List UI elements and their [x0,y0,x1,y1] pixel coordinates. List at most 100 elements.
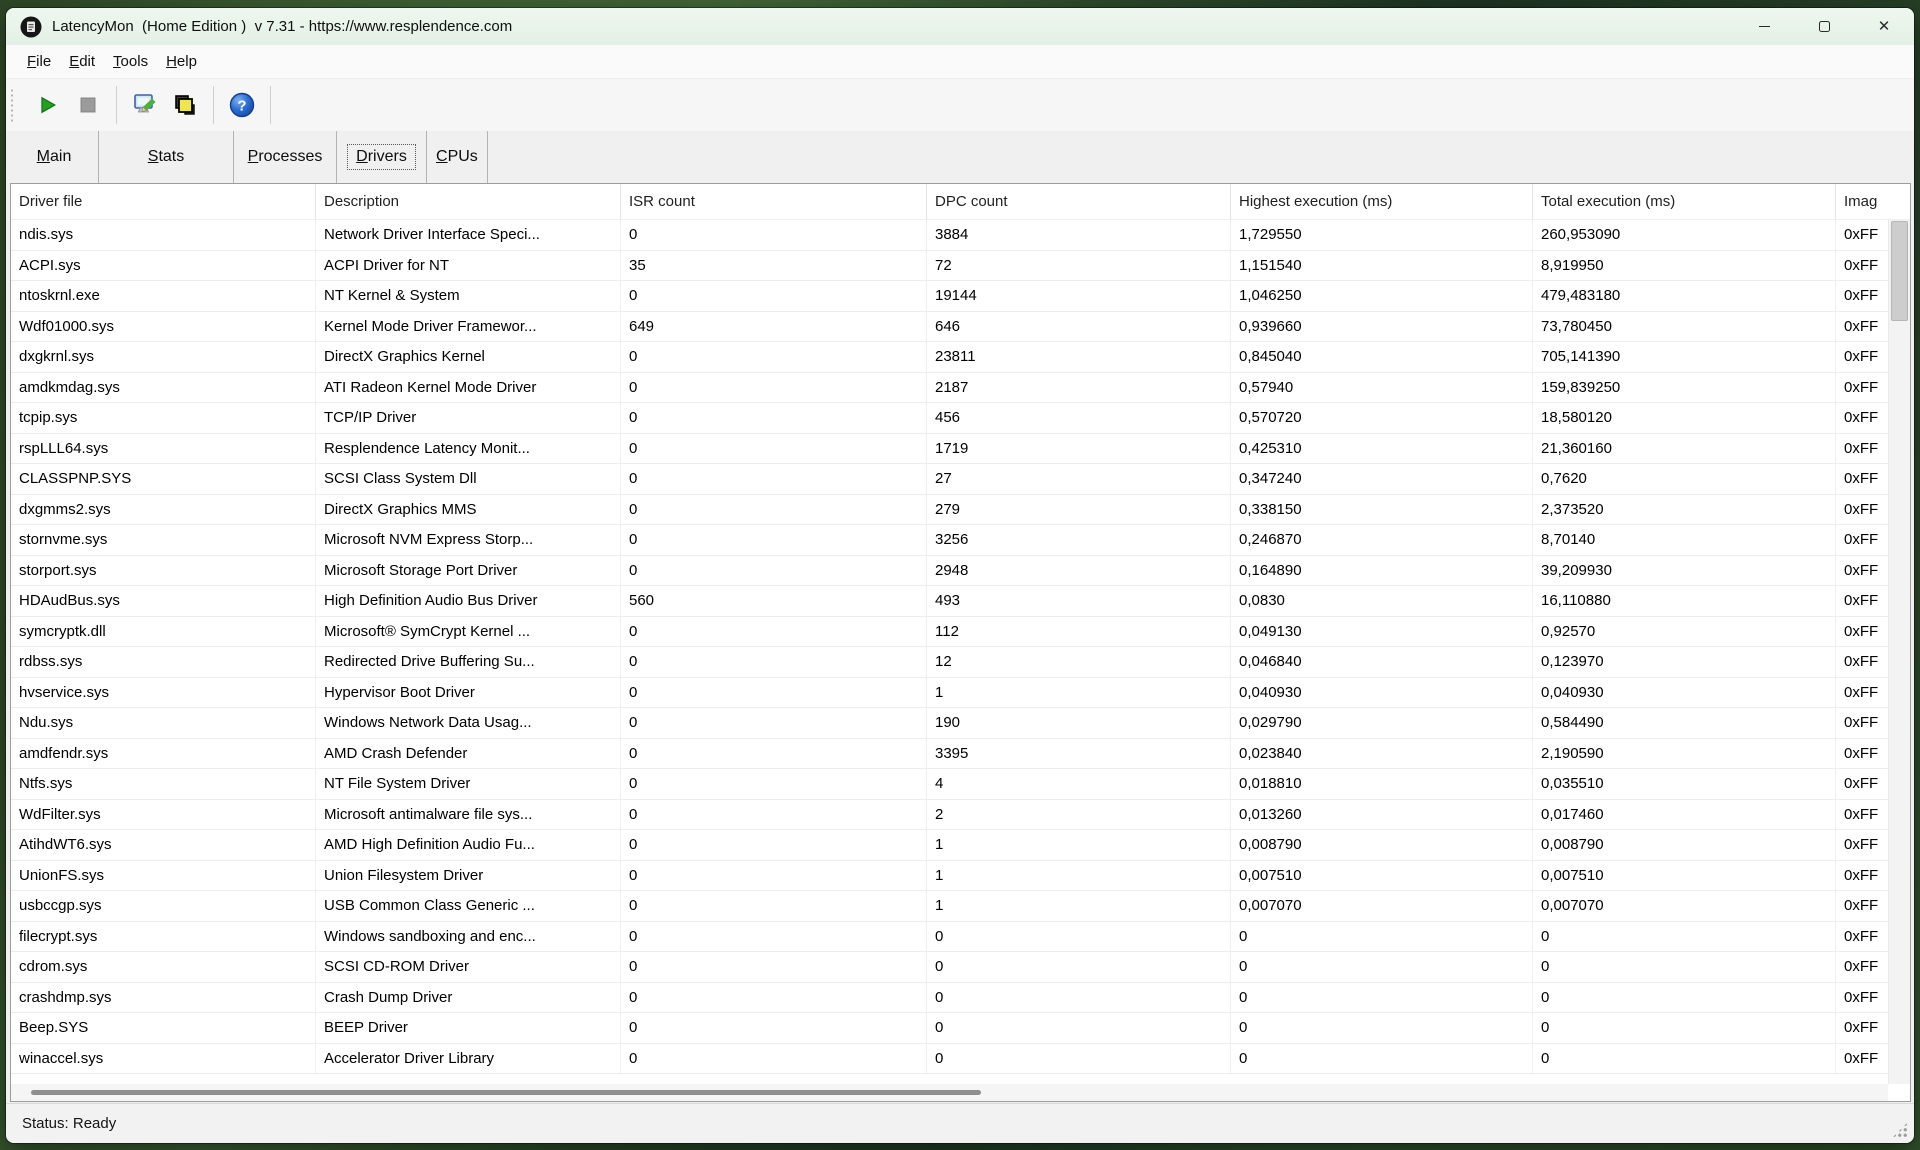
tab-bar: Main Stats Processes Drivers CPUs [6,131,1914,183]
table-row[interactable]: dxgkrnl.sys DirectX Graphics Kernel 0 23… [11,342,1910,373]
table-row[interactable]: ndis.sys Network Driver Interface Speci.… [11,220,1910,251]
cell-total-execution: 0,040930 [1533,678,1836,708]
table-row[interactable]: cdrom.sys SCSI CD-ROM Driver 0 0 0 0 0xF… [11,952,1910,983]
start-monitor-button[interactable] [28,85,68,125]
table-row[interactable]: rdbss.sys Redirected Drive Buffering Su.… [11,647,1910,678]
toolbar-grip[interactable] [10,88,14,122]
toolbar-separator [270,86,271,124]
stop-monitor-button[interactable] [68,85,108,125]
cell-dpc-count: 0 [927,952,1231,982]
table-row[interactable]: symcryptk.dll Microsoft® SymCrypt Kernel… [11,617,1910,648]
column-header[interactable]: Imag [1836,184,1910,219]
cell-total-execution: 0 [1533,983,1836,1013]
table-row[interactable]: Beep.SYS BEEP Driver 0 0 0 0 0xFF [11,1013,1910,1044]
tab[interactable]: Stats [99,131,234,183]
table-row[interactable]: Ntfs.sys NT File System Driver 0 4 0,018… [11,769,1910,800]
table-row[interactable]: tcpip.sys TCP/IP Driver 0 456 0,570720 1… [11,403,1910,434]
column-header[interactable]: Description [316,184,621,219]
drivers-table: Driver file Description ISR count DPC co… [10,183,1911,1102]
cell-dpc-count: 279 [927,495,1231,525]
cell-driver-file: Beep.SYS [11,1013,316,1043]
table-row[interactable]: rspLLL64.sys Resplendence Latency Monit.… [11,434,1910,465]
options-button[interactable] [125,85,165,125]
resize-grip-icon[interactable] [1892,1122,1908,1138]
table-row[interactable]: ACPI.sys ACPI Driver for NT 35 72 1,1515… [11,251,1910,282]
copy-report-button[interactable] [165,85,205,125]
table-row[interactable]: ntoskrnl.exe NT Kernel & System 0 19144 … [11,281,1910,312]
table-row[interactable]: amdkmdag.sys ATI Radeon Kernel Mode Driv… [11,373,1910,404]
cell-driver-file: AtihdWT6.sys [11,830,316,860]
minimize-button[interactable] [1734,8,1794,45]
cell-isr-count: 0 [621,952,927,982]
table-header-row: Driver file Description ISR count DPC co… [11,184,1910,220]
table-row[interactable]: CLASSPNP.SYS SCSI Class System Dll 0 27 … [11,464,1910,495]
window-controls: ✕ [1734,8,1914,45]
table-row[interactable]: Wdf01000.sys Kernel Mode Driver Framewor… [11,312,1910,343]
table-row[interactable]: amdfendr.sys AMD Crash Defender 0 3395 0… [11,739,1910,770]
tab[interactable]: Processes [234,131,337,183]
tab[interactable]: Main [10,131,99,183]
table-row[interactable]: UnionFS.sys Union Filesystem Driver 0 1 … [11,861,1910,892]
cell-dpc-count: 3395 [927,739,1231,769]
cell-total-execution: 16,110880 [1533,586,1836,616]
close-button[interactable]: ✕ [1854,8,1914,45]
svg-text:?: ? [237,98,246,115]
cell-highest-execution: 0,246870 [1231,525,1533,555]
cell-description: BEEP Driver [316,1013,621,1043]
cell-isr-count: 0 [621,983,927,1013]
table-row[interactable]: dxgmms2.sys DirectX Graphics MMS 0 279 0… [11,495,1910,526]
column-header[interactable]: DPC count [927,184,1231,219]
help-button[interactable]: ? [222,85,262,125]
cell-dpc-count: 646 [927,312,1231,342]
cell-isr-count: 0 [621,678,927,708]
menu-item[interactable]: Help [157,49,206,74]
tab-label: Stats [139,144,193,170]
cell-highest-execution: 0,0830 [1231,586,1533,616]
tab[interactable]: Drivers [337,131,427,183]
column-header[interactable]: ISR count [621,184,927,219]
cell-dpc-count: 0 [927,1013,1231,1043]
cell-total-execution: 0,584490 [1533,708,1836,738]
table-row[interactable]: hvservice.sys Hypervisor Boot Driver 0 1… [11,678,1910,709]
table-row[interactable]: crashdmp.sys Crash Dump Driver 0 0 0 0 0… [11,983,1910,1014]
table-row[interactable]: usbccgp.sys USB Common Class Generic ...… [11,891,1910,922]
cell-dpc-count: 3256 [927,525,1231,555]
cell-description: ATI Radeon Kernel Mode Driver [316,373,621,403]
cell-highest-execution: 0,040930 [1231,678,1533,708]
maximize-button[interactable] [1794,8,1854,45]
cell-description: DirectX Graphics MMS [316,495,621,525]
table-row[interactable]: AtihdWT6.sys AMD High Definition Audio F… [11,830,1910,861]
cell-isr-count: 0 [621,434,927,464]
cell-dpc-count: 2 [927,800,1231,830]
table-row[interactable]: storport.sys Microsoft Storage Port Driv… [11,556,1910,587]
vertical-scrollbar-thumb[interactable] [1891,221,1908,321]
column-header[interactable]: Driver file [11,184,316,219]
menu-item[interactable]: File [18,49,60,74]
column-header[interactable]: Highest execution (ms) [1231,184,1533,219]
table-row[interactable]: WdFilter.sys Microsoft antimalware file … [11,800,1910,831]
table-row[interactable]: filecrypt.sys Windows sandboxing and enc… [11,922,1910,953]
cell-dpc-count: 190 [927,708,1231,738]
table-row[interactable]: stornvme.sys Microsoft NVM Express Storp… [11,525,1910,556]
table-row[interactable]: HDAudBus.sys High Definition Audio Bus D… [11,586,1910,617]
tab[interactable]: CPUs [427,131,488,183]
window-title: LatencyMon (Home Edition ) v 7.31 - http… [52,18,512,35]
table-row[interactable]: Ndu.sys Windows Network Data Usag... 0 1… [11,708,1910,739]
cell-driver-file: dxgmms2.sys [11,495,316,525]
cell-highest-execution: 0,939660 [1231,312,1533,342]
cell-dpc-count: 1719 [927,434,1231,464]
horizontal-scrollbar[interactable] [11,1084,1888,1101]
menu-item[interactable]: Edit [60,49,104,74]
cell-driver-file: Ntfs.sys [11,769,316,799]
cell-description: SCSI CD-ROM Driver [316,952,621,982]
menu-item[interactable]: Tools [104,49,157,74]
horizontal-scrollbar-thumb[interactable] [31,1090,981,1095]
cell-total-execution: 260,953090 [1533,220,1836,250]
table-row[interactable]: winaccel.sys Accelerator Driver Library … [11,1044,1910,1075]
play-icon [38,95,58,115]
cell-highest-execution: 0 [1231,1013,1533,1043]
cell-description: TCP/IP Driver [316,403,621,433]
vertical-scrollbar[interactable] [1888,220,1910,1084]
column-header[interactable]: Total execution (ms) [1533,184,1836,219]
cell-total-execution: 21,360160 [1533,434,1836,464]
